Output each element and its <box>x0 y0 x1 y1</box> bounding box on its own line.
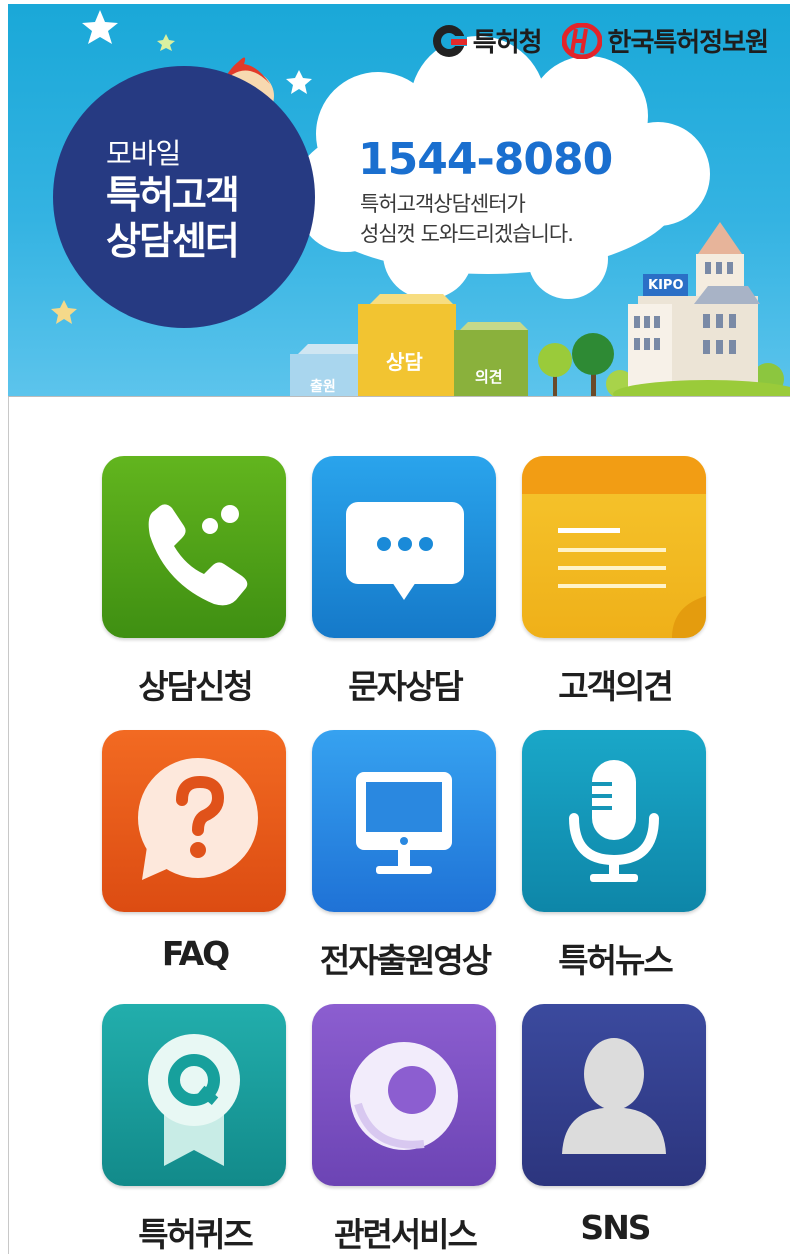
chat-bubble-icon <box>312 456 496 638</box>
building-sign: KIPO <box>648 278 684 293</box>
box-label-opinion: 의견 <box>475 368 503 386</box>
menu-item-label: 상담신청 <box>138 667 253 706</box>
center-description-line1: 특허고객상담센터가 <box>360 192 526 216</box>
ring-icon <box>312 1004 496 1186</box>
menu-item-patent-quiz[interactable]: 특허퀴즈 <box>102 1004 288 1254</box>
hero-banner: 모바일 특허고객 상담센터 1544-8080 특허고객상담센터가 성심껏 도와… <box>8 4 790 397</box>
menu-item-text-consult[interactable]: 문자상담 <box>312 456 498 706</box>
menu-item-faq[interactable]: FAQ <box>102 730 288 980</box>
menu-item-label: 관련서비스 <box>334 1215 478 1254</box>
kipo-logo[interactable]: 특허청 <box>431 22 543 59</box>
kipo-g-logo-icon <box>432 24 467 57</box>
menu-item-label: SNS <box>580 1208 651 1247</box>
org-logos: 특허청 한국특허정보원 <box>431 22 769 59</box>
menu-item-label: 전자출원영상 <box>319 941 492 980</box>
star-icon <box>82 10 118 44</box>
menu-item-e-filing-video[interactable]: 전자출원영상 <box>312 730 498 980</box>
menu-item-customer-opinion[interactable]: 고객의견 <box>522 456 708 706</box>
box-label-filing: 출원 <box>310 379 336 395</box>
monitor-icon <box>312 730 496 912</box>
notepad-icon <box>522 456 706 638</box>
menu-item-label: 특허뉴스 <box>558 941 673 980</box>
quiz-badge-icon <box>102 1004 286 1186</box>
menu-item-label: 문자상담 <box>348 667 463 706</box>
menu-item-label: FAQ <box>161 934 230 973</box>
menu-item-label: 특허퀴즈 <box>138 1215 253 1254</box>
menu-item-patent-news[interactable]: 특허뉴스 <box>522 730 708 980</box>
menu-item-related-services[interactable]: 관련서비스 <box>312 1004 498 1254</box>
menu-item-consult-request[interactable]: 상담신청 <box>102 456 288 706</box>
question-bubble-icon <box>102 730 286 912</box>
phone-call-icon <box>102 456 286 638</box>
badge-title-line1: 특허고객 <box>106 173 240 217</box>
phone-number[interactable]: 1544-8080 <box>358 134 613 185</box>
badge-title: 특허고객 상담센터 <box>106 172 276 264</box>
kipo-logo-text: 특허청 <box>472 28 543 58</box>
center-description-line2: 성심껏 도와드리겠습니다. <box>360 222 574 246</box>
star-icon <box>157 34 175 51</box>
center-description: 특허고객상담센터가 성심껏 도와드리겠습니다. <box>360 189 650 249</box>
kipi-logo[interactable]: 한국특허정보원 <box>561 22 769 59</box>
star-icon <box>51 300 77 324</box>
star-icon <box>286 70 312 94</box>
menu-item-label: 고객의견 <box>558 667 673 706</box>
microphone-icon <box>522 730 706 912</box>
menu-item-sns[interactable]: SNS <box>522 1004 708 1254</box>
kipi-logo-text: 한국특허정보원 <box>607 28 769 58</box>
person-icon <box>522 1004 706 1186</box>
kipi-logo-icon <box>561 22 602 59</box>
badge-subtitle: 모바일 <box>106 137 181 170</box>
badge-title-line2: 상담센터 <box>106 219 240 263</box>
box-label-consult: 상담 <box>386 350 423 374</box>
